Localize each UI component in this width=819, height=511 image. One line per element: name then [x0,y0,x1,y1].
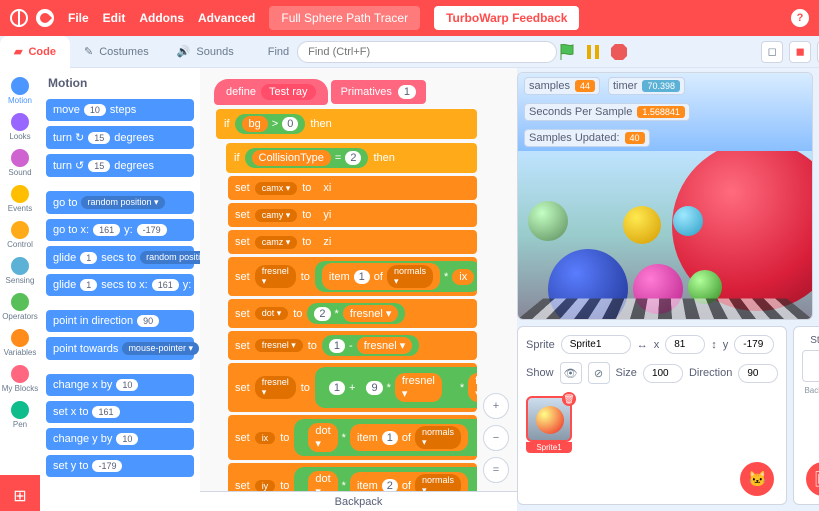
stage-canvas[interactable] [518,151,812,319]
category-sensing[interactable]: Sensing [6,254,35,288]
set-camx[interactable]: setcamx ▾toxi [228,176,477,200]
block-glide[interactable]: glide1secs torandom position ▾ [46,246,194,269]
category-sound[interactable]: Sound [8,146,31,180]
block-change-y[interactable]: change y by10 [46,428,194,450]
block-glidexy[interactable]: glide1secs to x:161y:-179 [46,274,194,296]
small-stage-button[interactable]: ◻ [761,41,783,63]
zoom-out-button[interactable]: − [483,425,509,451]
set-ix[interactable]: setixtodot ▾*item1ofnormals ▾+ix [228,415,477,460]
monitor-timer: timer70.398 [608,77,685,95]
sprite-size-input[interactable] [643,364,683,383]
pause-icon[interactable] [583,42,603,62]
menu-file[interactable]: File [68,11,89,25]
category-palette: MotionLooksSoundEventsControlSensingOper… [0,68,40,511]
category-control[interactable]: Control [7,218,33,252]
sprite-x-input[interactable] [665,335,705,354]
block-set-y[interactable]: set y to-179 [46,455,194,477]
stage-area: samples44 timer70.398 Seconds Per Sample… [517,72,813,320]
block-set-x[interactable]: set x to161 [46,401,194,423]
project-title[interactable]: Full Sphere Path Tracer [269,6,420,30]
set-camz[interactable]: setcamz ▾tozi [228,230,477,254]
set-fresnel-1minus[interactable]: setfresnel ▾to1-fresnel ▾ [228,331,477,360]
sprite-y-input[interactable] [734,335,774,354]
block-turn-ccw[interactable]: turn ↺15degrees [46,154,194,177]
category-operators[interactable]: Operators [2,290,38,324]
if-collision[interactable]: ifCollisionType=2then [226,143,477,173]
sprite-info: Sprite ↔x ↕y Show 👁 ⊘ Size Direction 🗑 S… [517,326,787,505]
stop-icon[interactable] [609,42,629,62]
block-point-dir[interactable]: point in direction90 [46,310,194,332]
stage-panel: Stage Backdrops 1 🖼 [793,326,819,505]
find-input[interactable] [297,41,557,63]
category-variables[interactable]: Variables [4,326,37,360]
tab-costumes[interactable]: ✎Costumes [70,36,163,68]
backpack[interactable]: Backpack [200,491,517,511]
category-header: Motion [46,74,194,94]
delete-sprite-icon[interactable]: 🗑 [562,392,576,406]
sprite-name-input[interactable] [561,335,631,354]
primatives-label-1[interactable]: Primatives1 [331,80,426,104]
feedback-button[interactable]: TurboWarp Feedback [434,6,579,30]
block-point-towards[interactable]: point towardsmouse-pointer ▾ [46,337,194,360]
menu-addons[interactable]: Addons [139,11,184,25]
define-hat[interactable]: defineTest ray [214,79,328,105]
block-change-x[interactable]: change x by10 [46,374,194,396]
sprite-dir-input[interactable] [738,364,778,383]
zoom-in-button[interactable]: + [483,393,509,419]
workspace[interactable]: defineTest ray Primatives1 ifbg>0then if… [200,68,517,511]
find-label: Find [268,46,289,58]
add-extension-button[interactable]: ⊞ [0,475,40,511]
category-motion[interactable]: Motion [8,74,32,108]
set-dot-2fresnel[interactable]: setdot ▾to2*fresnel ▾ [228,299,477,328]
category-my-blocks[interactable]: My Blocks [2,362,38,396]
sprite-label: Sprite [526,339,555,351]
category-events[interactable]: Events [8,182,32,216]
block-gotoxy[interactable]: go to x:161y:-179 [46,219,194,241]
large-stage-button[interactable]: ◼ [789,41,811,63]
show-button[interactable]: 👁 [560,362,582,384]
language-icon[interactable] [10,9,28,27]
stage-label: Stage [810,335,819,346]
set-camy[interactable]: setcamy ▾toyi [228,203,477,227]
add-backdrop-button[interactable]: 🖼 [806,462,819,496]
tab-sounds[interactable]: 🔊Sounds [163,36,248,68]
find-bar: Find [268,41,557,63]
monitor-samples-updated: Samples Updated:40 [524,129,650,147]
block-turn-cw[interactable]: turn ↻15degrees [46,126,194,149]
monitor-samples: samples44 [524,77,600,95]
menu-advanced[interactable]: Advanced [198,11,255,25]
stage-thumb[interactable] [802,350,819,382]
set-fresnel-item[interactable]: setfresnel ▾toitem1ofnormals ▾*ixitem [228,257,477,296]
block-goto[interactable]: go torandom position ▾ [46,191,194,214]
turbowarp-logo-icon [36,9,54,27]
hide-button[interactable]: ⊘ [588,362,610,384]
category-pen[interactable]: Pen [11,398,29,432]
tab-code[interactable]: ▰Code [0,36,70,68]
set-iy[interactable]: setiytodot ▾*item2ofnormals ▾+iy [228,463,477,491]
help-icon[interactable]: ? [791,9,809,27]
menu-edit[interactable]: Edit [103,11,126,25]
zoom-reset-button[interactable]: = [483,457,509,483]
sprite-thumb[interactable]: 🗑 Sprite1 [526,396,572,453]
green-flag-icon[interactable] [557,42,577,62]
category-looks[interactable]: Looks [9,110,30,144]
if-bg[interactable]: ifbg>0then [216,109,477,139]
block-move[interactable]: move10steps [46,99,194,121]
block-flyout: Motion move10steps turn ↻15degrees turn … [40,68,200,511]
add-sprite-button[interactable]: 🐱 [740,462,774,496]
monitor-sps: Seconds Per Sample1.568841 [524,103,690,121]
set-fresnel-chain[interactable]: setfresnel ▾to1+9*fresnel ▾*fresnel ▾fre… [228,363,477,412]
